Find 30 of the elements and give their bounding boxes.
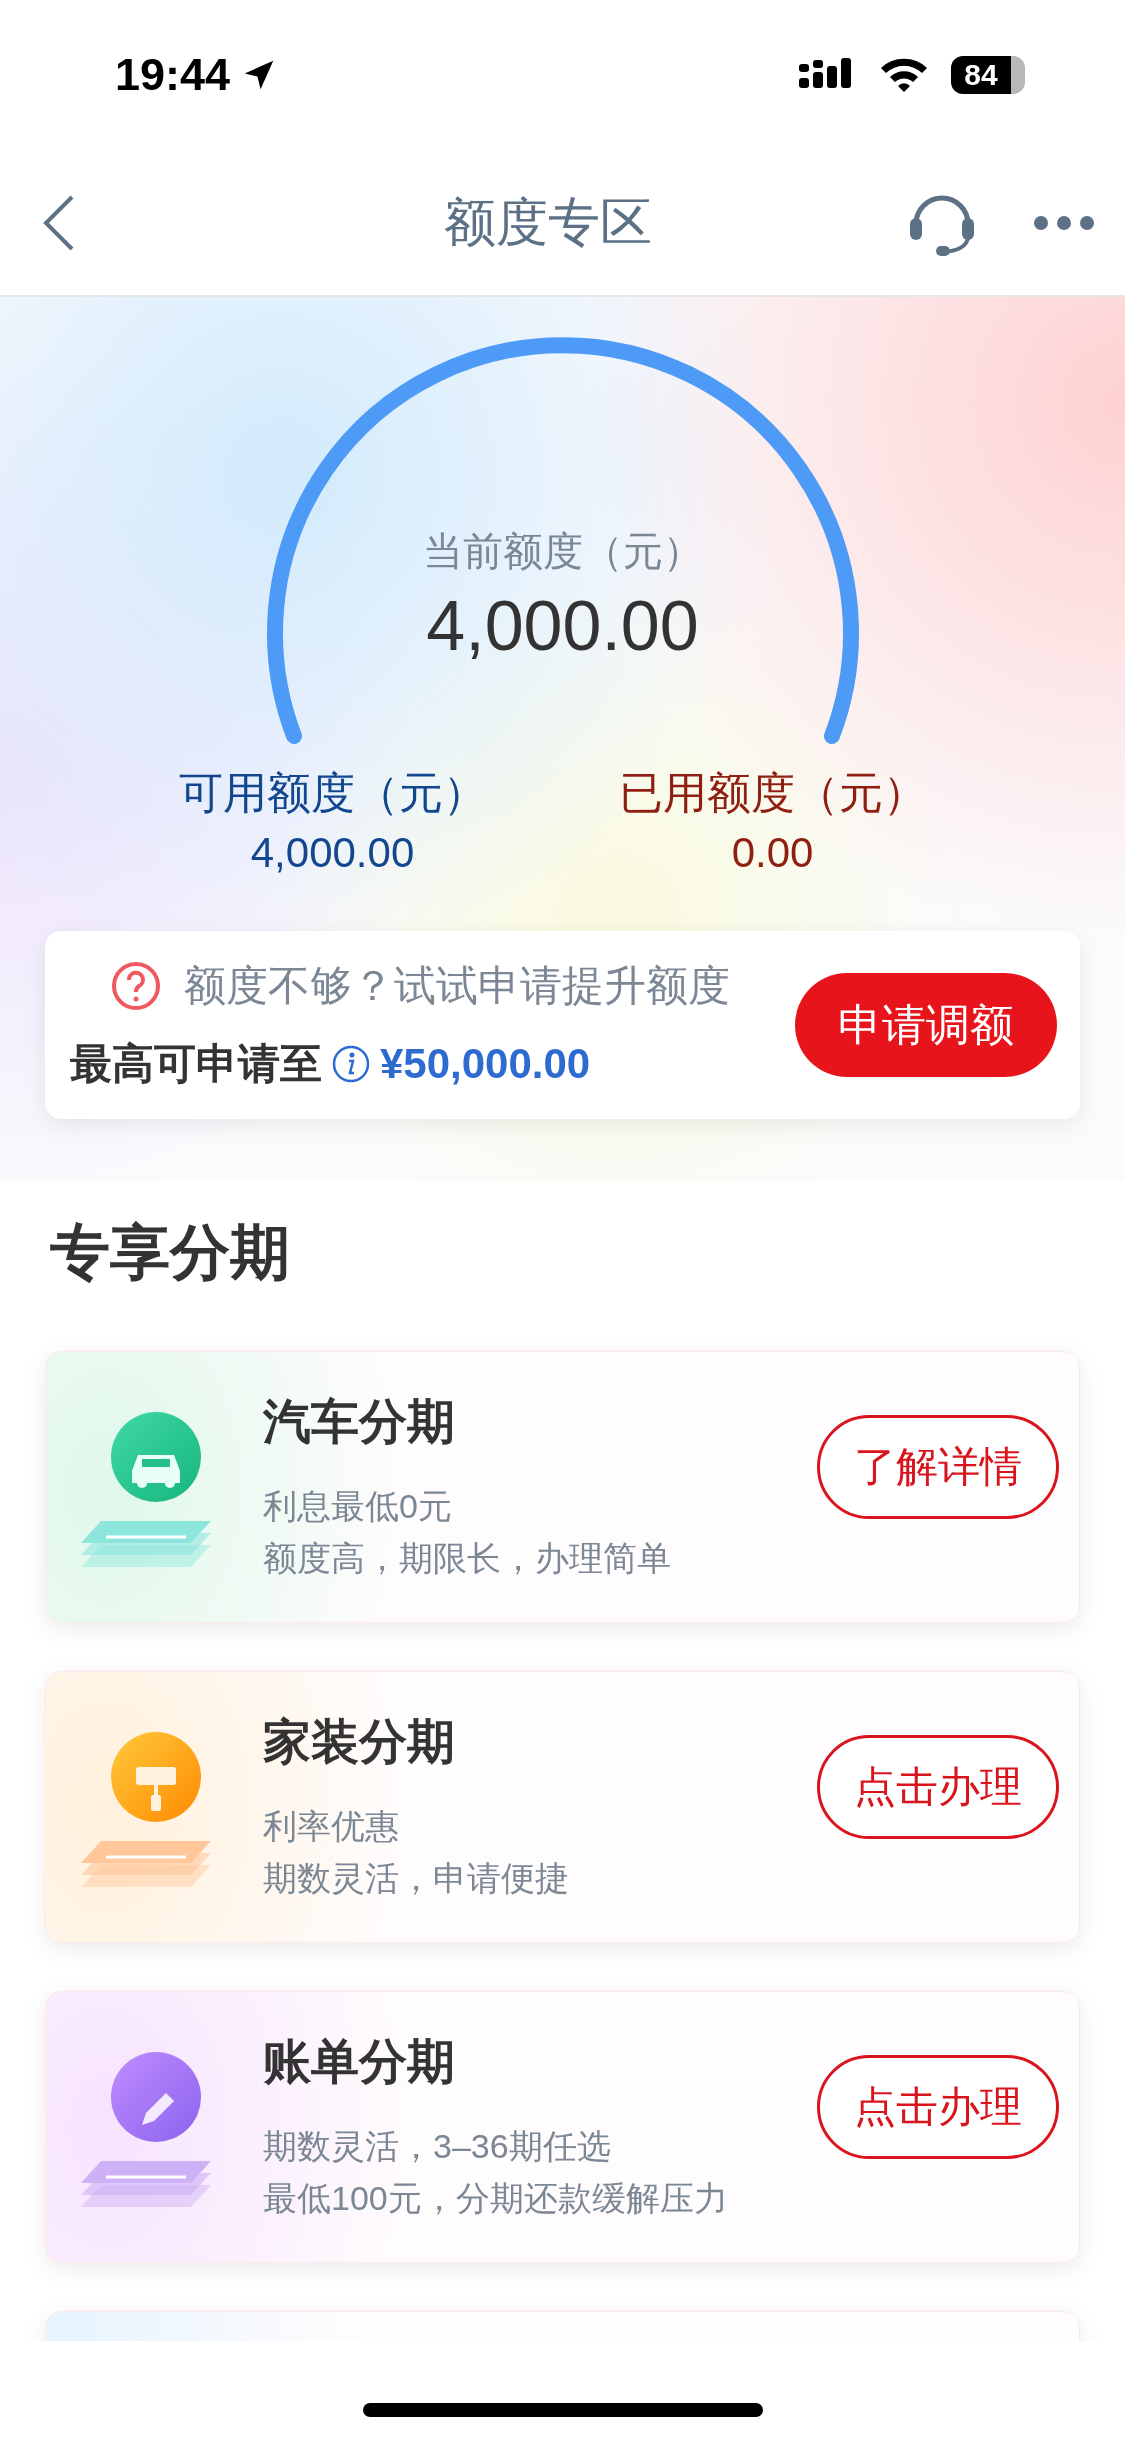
battery-level: 84 [951,56,1025,94]
product-title: 汽车分期 [263,1394,456,1450]
raise-hint: 额度不够？试试申请提升额度 [184,961,730,1011]
product-title: 家装分期 [263,1714,456,1770]
product-description: 利息最低0元 [263,1486,453,1527]
more-icon[interactable] [1033,214,1095,231]
product-title: 账单分期 [263,2034,456,2090]
current-quota-amount: 4,000.00 [426,586,699,667]
available-quota-value: 4,000.00 [250,828,415,878]
available-quota-label: 可用额度（元） [178,767,487,819]
current-quota-label: 当前额度（元） [422,528,703,575]
product-action-button[interactable]: 了解详情 [817,1415,1059,1519]
product-action-button[interactable]: 点击办理 [817,2055,1059,2159]
product-action-button[interactable]: 点击办理 [817,1735,1059,1839]
used-quota-label: 已用额度（元） [618,767,927,819]
page-title: 额度专区 [444,191,652,253]
used-quota-value: 0.00 [731,828,814,878]
max-apply-label: 最高可申请至 [70,1039,322,1089]
apply-raise-button[interactable]: 申请调额 [795,973,1057,1077]
clock-time: 19:44 [115,49,231,101]
product-description: 期数灵活，3–36期任选 [263,2126,612,2167]
product-description: 额度高，期限长，办理简单 [263,1538,672,1579]
info-icon[interactable] [332,1045,370,1083]
product-description: 利率优惠 [263,1806,400,1847]
max-apply-amount: ¥50,000.00 [380,1040,591,1088]
section-title: 专享分期 [50,1218,291,1288]
product-description: 最低100元，分期还款缓解压力 [263,2178,729,2219]
question-icon [110,960,162,1012]
product-description: 期数灵活，申请便捷 [263,1858,570,1899]
wifi-icon [879,56,929,94]
